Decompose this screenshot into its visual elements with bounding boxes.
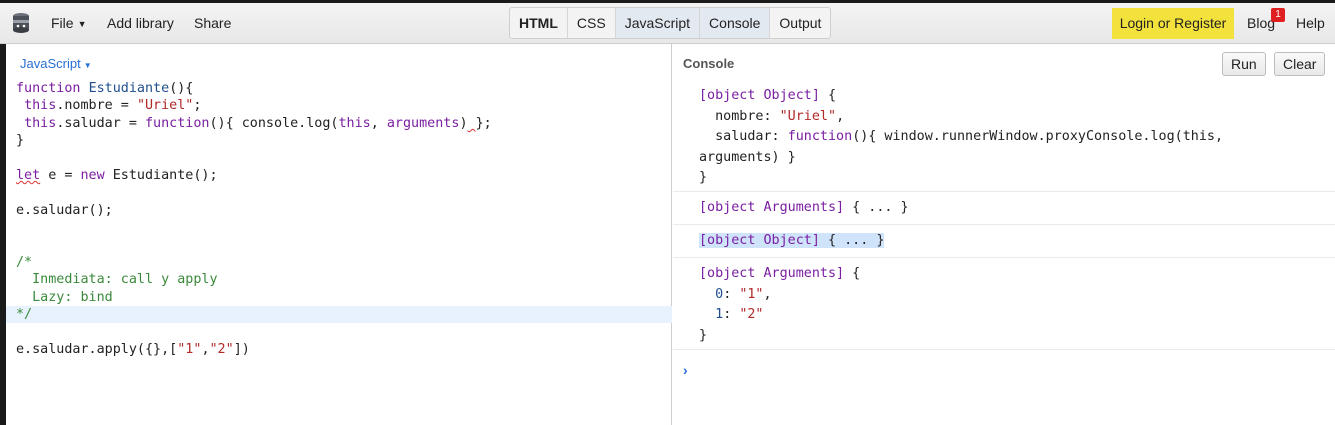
- jsbin-logo-icon[interactable]: [11, 11, 31, 35]
- tab-console[interactable]: Console: [700, 8, 771, 38]
- console-line: 0: "1",: [715, 286, 772, 302]
- console-entry[interactable]: [object Object] { nombre: "Uriel", salud…: [673, 84, 1335, 192]
- language-label: JavaScript: [20, 56, 81, 71]
- clear-button[interactable]: Clear: [1274, 52, 1326, 76]
- tab-output[interactable]: Output: [770, 8, 830, 38]
- chevron-down-icon: ▼: [77, 19, 87, 29]
- console-title: Console: [683, 56, 735, 71]
- console-line: [object Arguments] {: [699, 266, 861, 281]
- console-token: [object Arguments]: [699, 266, 845, 281]
- code-line: let e = new Estudiante();: [16, 167, 218, 183]
- code-line: this.saludar = function(){ console.log(t…: [24, 115, 492, 131]
- console-line: saludar: function(){ window.runnerWindow…: [699, 129, 1224, 144]
- code-token: this: [24, 115, 57, 131]
- console-line: [object Object] { ... }: [699, 231, 1335, 252]
- login-register-button[interactable]: Login or Register: [1112, 8, 1234, 39]
- code-line: /*: [16, 254, 33, 270]
- console-token: "2": [739, 307, 764, 322]
- console-line: }: [699, 327, 708, 343]
- file-menu-label: File: [51, 15, 74, 31]
- code-token: new: [80, 167, 105, 183]
- console-entry[interactable]: [object Object] { ... }: [673, 225, 1335, 258]
- code-token: "Uriel": [136, 98, 194, 114]
- code-area[interactable]: function Estudiante(){ this.nombre = "Ur…: [6, 80, 672, 358]
- lint-warning: [468, 116, 476, 131]
- console-entry[interactable]: [object Arguments] { 0: "1", 1: "2" }: [673, 258, 1335, 350]
- console-line: [object Arguments] { ... }: [699, 200, 909, 215]
- console-prompt-icon[interactable]: ›: [683, 362, 688, 378]
- console-selection: [object Object] { ... }: [699, 233, 885, 248]
- console-entry[interactable]: [object Arguments] { ... }: [673, 192, 1335, 225]
- code-line-active: */: [6, 306, 672, 324]
- console-token: [object Object]: [699, 233, 820, 248]
- run-button[interactable]: Run: [1222, 52, 1266, 76]
- code-line: Lazy: bind: [16, 289, 113, 305]
- console-line: nombre: "Uriel",: [699, 108, 845, 124]
- console-panel[interactable]: Console Run Clear [object Object] { nomb…: [673, 44, 1335, 425]
- javascript-editor-panel[interactable]: JavaScript ▼ function Estudiante(){ this.…: [6, 44, 672, 425]
- console-line: }: [699, 170, 708, 185]
- console-line: [object Object] {: [699, 88, 837, 103]
- code-token: arguments: [386, 115, 460, 131]
- tab-javascript[interactable]: JavaScript: [615, 8, 701, 38]
- console-token: "1": [739, 286, 764, 302]
- code-token: "2": [209, 341, 234, 357]
- console-token: 0: [715, 286, 724, 302]
- code-line: e.saludar();: [16, 202, 113, 218]
- console-line: 1: "2": [715, 307, 764, 322]
- notification-badge: 1: [1271, 8, 1285, 22]
- code-token: Estudiante: [88, 81, 170, 96]
- console-token: function: [787, 129, 853, 144]
- tab-css[interactable]: CSS: [568, 8, 616, 38]
- top-toolbar: File ▼ Add library Share HTML CSS JavaScr…: [0, 0, 1335, 44]
- code-token: this: [338, 115, 371, 131]
- code-line: }: [16, 133, 25, 149]
- code-token: function: [145, 115, 210, 131]
- code-line: e.saludar.apply({},["1","2"]): [16, 341, 250, 357]
- share-menu[interactable]: Share: [194, 15, 231, 31]
- console-line: arguments) }: [699, 149, 796, 165]
- code-token: let: [16, 167, 41, 183]
- code-token: this: [24, 98, 57, 114]
- console-token: "Uriel": [779, 108, 837, 124]
- tab-html[interactable]: HTML: [510, 8, 568, 38]
- chevron-down-icon: ▼: [83, 61, 92, 70]
- add-library-menu[interactable]: Add library: [107, 15, 174, 31]
- code-token: function: [16, 81, 81, 96]
- console-token: [object Arguments]: [699, 200, 845, 215]
- file-menu[interactable]: File ▼: [51, 15, 86, 31]
- language-selector[interactable]: JavaScript ▼: [20, 56, 92, 71]
- code-token: "1": [177, 341, 202, 357]
- console-token: [object Object]: [699, 88, 820, 103]
- console-token: 1: [715, 307, 724, 322]
- code-line: function Estudiante(){: [16, 81, 194, 96]
- panel-tabs: HTML CSS JavaScript Console Output: [509, 7, 832, 39]
- code-line: this.nombre = "Uriel";: [24, 98, 202, 114]
- code-line: Inmediata: call y apply: [16, 272, 218, 288]
- help-link[interactable]: Help: [1296, 15, 1325, 31]
